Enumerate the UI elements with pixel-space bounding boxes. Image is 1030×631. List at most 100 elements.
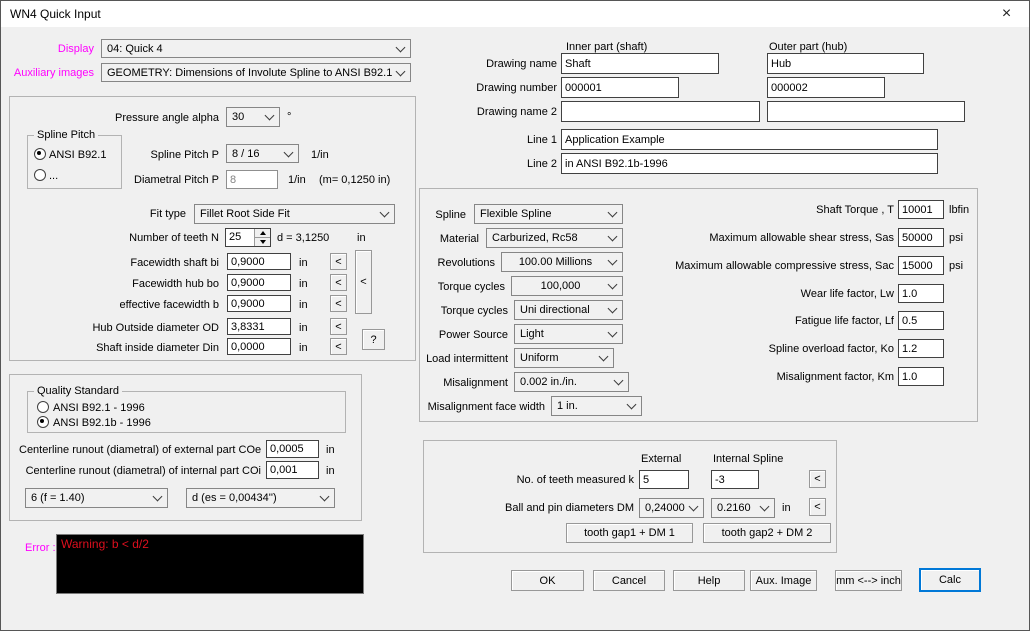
pitch-diameter-unit: in — [357, 232, 366, 244]
wn4-quick-input-dialog: WN4 Quick Input × Display 04: Quick 4 Au… — [0, 0, 1030, 631]
tolerance-class-combobox[interactable]: 6 (f = 1.40) — [25, 488, 168, 508]
drawing-name2-label: Drawing name 2 — [476, 106, 557, 118]
spline-pitch-groupbox: Spline Pitch — [27, 129, 122, 189]
ball-pin-internal-combobox[interactable]: 0.2160 — [711, 498, 775, 518]
spline-pitch-combobox[interactable]: 8 / 16 — [226, 144, 299, 163]
hub-outside-diameter-label: Hub Outside diameter OD — [92, 322, 219, 334]
spline-combobox[interactable]: Flexible Spline — [474, 204, 623, 224]
help-question-button[interactable]: ? — [362, 329, 385, 350]
material-combobox[interactable]: Carburized, Rc58 — [486, 228, 623, 248]
chevron-down-icon — [607, 327, 618, 338]
teeth-measured-internal-input[interactable] — [711, 470, 759, 489]
spline-value: Flexible Spline — [480, 208, 552, 220]
take-shaft-inside-diameter-button[interactable]: < — [330, 338, 347, 355]
chevron-down-icon — [319, 491, 330, 502]
error-box: Warning: b < d/2 — [56, 534, 364, 594]
line2-input[interactable] — [561, 153, 938, 174]
aux-images-combobox[interactable]: GEOMETRY: Dimensions of Involute Spline … — [101, 63, 411, 82]
teeth-count-label: Number of teeth N — [129, 232, 219, 244]
tooth-gap1-button[interactable]: tooth gap1 + DM 1 — [566, 523, 693, 543]
spin-down-icon — [259, 240, 266, 244]
error-label: Error : — [25, 542, 56, 554]
centerline-runout-external-input[interactable] — [266, 440, 319, 458]
material-value: Carburized, Rc58 — [492, 232, 578, 244]
revolutions-label: Revolutions — [437, 257, 495, 269]
drawing-name2-outer-input[interactable] — [767, 101, 965, 122]
display-combobox[interactable]: 04: Quick 4 — [101, 39, 411, 58]
torque-cycles-direction-combobox[interactable]: Uni directional — [514, 300, 623, 320]
compressive-stress-label: Maximum allowable compressive stress, Sa… — [675, 260, 894, 272]
drawing-number-outer-input[interactable] — [767, 77, 885, 98]
teeth-measured-external-input[interactable] — [639, 470, 689, 489]
diametral-pitch-input[interactable] — [226, 170, 278, 189]
drawing-number-inner-input[interactable] — [561, 77, 679, 98]
facewidth-shaft-label: Facewidth shaft bi — [130, 257, 219, 269]
take-hub-outside-diameter-button[interactable]: < — [330, 318, 347, 335]
spline-pitch-other-radio[interactable] — [34, 169, 46, 181]
degree-unit: ° — [287, 111, 292, 123]
quality-standard-group-title: Quality Standard — [34, 385, 122, 397]
drawing-name-outer-input[interactable] — [767, 53, 924, 74]
shaft-inside-diameter-input[interactable] — [227, 338, 291, 355]
drawing-name2-inner-input[interactable] — [561, 101, 760, 122]
facewidth-shaft-input[interactable] — [227, 253, 291, 270]
chevron-down-icon — [395, 42, 406, 52]
tooth-gap2-button[interactable]: tooth gap2 + DM 2 — [703, 523, 831, 543]
shear-stress-input[interactable] — [898, 228, 944, 247]
shaft-torque-unit: lbfin — [949, 204, 970, 216]
take-all-facewidths-button[interactable]: < — [355, 250, 372, 314]
quality-ansi-b921b-radio[interactable] — [37, 416, 49, 428]
wear-life-factor-input[interactable] — [898, 284, 944, 303]
misalignment-combobox[interactable]: 0.002 in./in. — [514, 372, 629, 392]
line2-label: Line 2 — [527, 158, 557, 170]
drawing-name-inner-input[interactable] — [561, 53, 719, 74]
power-source-combobox[interactable]: Light — [514, 324, 623, 344]
take-facewidth-shaft-button[interactable]: < — [330, 253, 347, 270]
pressure-angle-combobox[interactable]: 30 — [226, 107, 280, 127]
line1-input[interactable] — [561, 129, 938, 150]
external-header: External — [641, 453, 682, 465]
take-ball-pin-button[interactable]: < — [809, 498, 826, 516]
teeth-count-spinner[interactable]: 25 — [225, 228, 271, 247]
ball-pin-external-combobox[interactable]: 0,24000 — [639, 498, 704, 518]
hub-outside-diameter-input[interactable] — [227, 318, 291, 335]
take-effective-facewidth-button[interactable]: < — [330, 295, 347, 312]
aux-image-button[interactable]: Aux. Image — [750, 570, 817, 591]
help-button[interactable]: Help — [673, 570, 745, 591]
shaft-torque-input[interactable] — [898, 200, 944, 219]
mm-inch-toggle-button[interactable]: mm <--> inch — [835, 570, 902, 591]
close-button[interactable]: × — [984, 1, 1029, 27]
quality-ansi-b921-radio-label: ANSI B92.1 - 1996 — [53, 402, 145, 414]
cancel-button[interactable]: Cancel — [593, 570, 665, 591]
title-bar: WN4 Quick Input × — [1, 1, 1029, 27]
misalignment-label: Misalignment — [443, 377, 508, 389]
inner-part-header: Inner part (shaft) — [566, 41, 648, 53]
take-teeth-measured-button[interactable]: < — [809, 470, 826, 488]
fit-letter-combobox[interactable]: d (es = 0,00434'') — [186, 488, 335, 508]
shear-stress-unit: psi — [949, 232, 964, 244]
revolutions-combobox[interactable]: 100.00 Millions — [501, 252, 623, 272]
misalignment-face-width-label: Misalignment face width — [427, 401, 545, 413]
calc-button[interactable]: Calc — [919, 568, 981, 592]
torque-cycles-count-combobox[interactable]: 100,000 — [511, 276, 623, 296]
spline-pitch-ansi-radio[interactable] — [34, 148, 46, 160]
spin-up-button[interactable] — [255, 229, 270, 238]
misalignment-value: 0.002 in./in. — [520, 376, 577, 388]
chevron-down-icon — [607, 303, 618, 314]
fit-type-combobox[interactable]: Fillet Root Side Fit — [194, 204, 395, 224]
misalignment-factor-input[interactable] — [898, 367, 944, 386]
compressive-stress-input[interactable] — [898, 256, 944, 275]
spline-overload-factor-input[interactable] — [898, 339, 944, 358]
misalignment-face-width-combobox[interactable]: 1 in. — [551, 396, 642, 416]
fatigue-life-factor-input[interactable] — [898, 311, 944, 330]
module-note: (m= 0,1250 in) — [319, 174, 391, 186]
effective-facewidth-input[interactable] — [227, 295, 291, 312]
load-intermittent-combobox[interactable]: Uniform — [514, 348, 614, 368]
facewidth-hub-input[interactable] — [227, 274, 291, 291]
ok-button[interactable]: OK — [511, 570, 584, 591]
quality-ansi-b921-radio[interactable] — [37, 401, 49, 413]
spin-down-button[interactable] — [255, 238, 270, 246]
centerline-runout-internal-input[interactable] — [266, 461, 319, 479]
take-facewidth-hub-button[interactable]: < — [330, 274, 347, 291]
chevron-down-icon — [264, 110, 275, 121]
